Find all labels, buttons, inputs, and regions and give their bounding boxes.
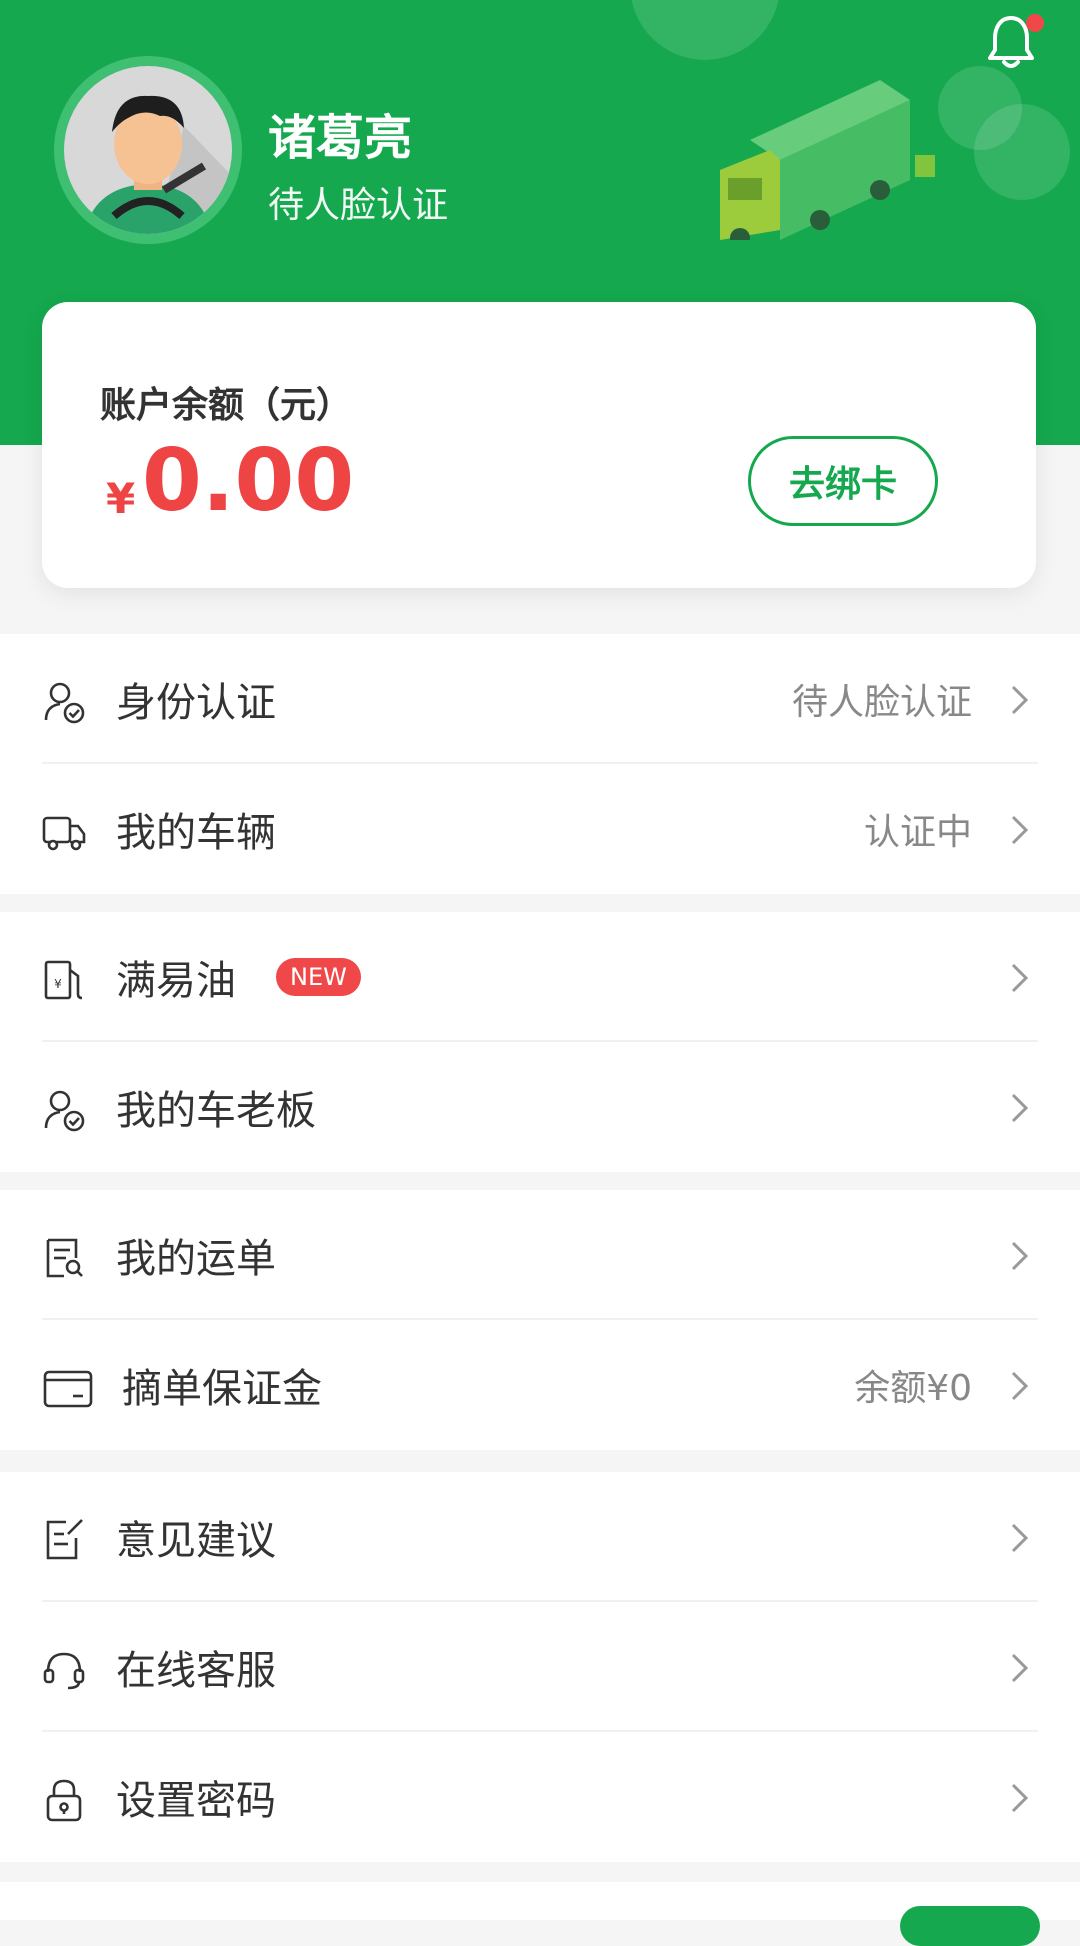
decor-bubble [630, 0, 780, 60]
wallet-card-icon [43, 1370, 93, 1408]
menu-item-label: 我的车辆 [116, 810, 276, 856]
toggle-switch[interactable] [900, 1906, 1040, 1946]
balance-card: 账户余额（元） ¥ 0.00 去绑卡 [42, 302, 1036, 588]
truck-illustration [720, 80, 935, 240]
menu-item-status: 待人脸认证 [791, 682, 972, 723]
chevron-right-icon [1011, 1523, 1029, 1553]
avatar[interactable] [54, 56, 242, 244]
chevron-right-icon [1011, 1653, 1029, 1683]
decor-bubble [974, 104, 1070, 200]
menu-item-label: 意见建议 [116, 1518, 276, 1564]
menu-group-services: ¥ 满易油 NEW 我的车老板 [0, 912, 1080, 1172]
fuel-pump-icon: ¥ [44, 960, 83, 1000]
menu-item-label: 摘单保证金 [122, 1366, 322, 1412]
chevron-right-icon [1011, 1371, 1029, 1401]
menu-group-account: 身份认证 待人脸认证 我的车辆 认证中 [0, 634, 1080, 894]
currency-symbol: ¥ [106, 474, 136, 523]
bind-card-button[interactable]: 去绑卡 [748, 436, 938, 526]
menu-group-orders: 我的运单 摘单保证金 余额¥0 [0, 1190, 1080, 1450]
menu-item-deposit[interactable]: 摘单保证金 余额¥0 [0, 1320, 1080, 1450]
menu-item-status: 认证中 [863, 812, 972, 853]
waybill-icon [46, 1238, 83, 1278]
user-name: 诸葛亮 [268, 110, 413, 166]
svg-text:¥: ¥ [54, 977, 62, 991]
menu-item-waybill[interactable]: 我的运单 [0, 1190, 1080, 1320]
headset-icon [43, 1652, 85, 1690]
menu-item-feedback[interactable]: 意见建议 [0, 1472, 1080, 1602]
chevron-right-icon [1011, 815, 1029, 845]
menu-item-label: 我的车老板 [116, 1088, 316, 1134]
lock-icon [46, 1779, 82, 1822]
menu-item-label: 满易油 [116, 958, 236, 1004]
menu-group-settings: 意见建议 在线客服 设置密码 [0, 1472, 1080, 1862]
chevron-right-icon [1011, 1241, 1029, 1271]
menu-item-label: 在线客服 [116, 1648, 276, 1694]
chevron-right-icon [1011, 1783, 1029, 1813]
new-badge: NEW [276, 958, 361, 996]
menu-item-my-boss[interactable]: 我的车老板 [0, 1042, 1080, 1172]
truck-icon [42, 816, 86, 851]
chevron-right-icon [1011, 963, 1029, 993]
driver-avatar-icon [64, 66, 232, 234]
menu-item-set-password[interactable]: 设置密码 [0, 1732, 1080, 1862]
menu-item-label: 身份认证 [116, 680, 276, 726]
feedback-edit-icon [46, 1519, 83, 1560]
id-verify-icon [44, 682, 85, 724]
deposit-balance: 余额¥0 [854, 1368, 972, 1409]
balance-label: 账户余额（元） [100, 385, 353, 426]
menu-item-label: 设置密码 [116, 1778, 276, 1824]
chevron-right-icon [1011, 685, 1029, 715]
person-check-icon [44, 1090, 85, 1132]
menu-item-label: 我的运单 [116, 1236, 276, 1282]
menu-item-customer-service[interactable]: 在线客服 [0, 1602, 1080, 1732]
face-verify-status[interactable]: 待人脸认证 [268, 176, 448, 228]
balance-amount: 0.00 [142, 431, 355, 531]
menu-item-fuel[interactable]: ¥ 满易油 NEW [0, 912, 1080, 1042]
chevron-right-icon [1011, 1093, 1029, 1123]
notification-dot [1026, 14, 1044, 32]
menu-item-identity[interactable]: 身份认证 待人脸认证 [0, 634, 1080, 764]
menu-item-my-vehicle[interactable]: 我的车辆 认证中 [0, 764, 1080, 894]
